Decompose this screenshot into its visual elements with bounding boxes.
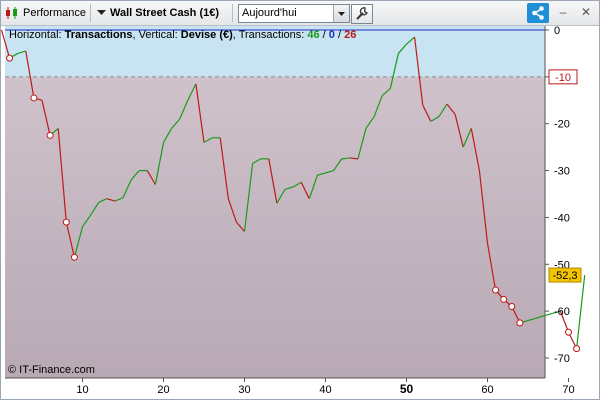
performance-label: Performance — [23, 7, 86, 19]
performance-button[interactable]: Performance — [5, 4, 86, 22]
wrench-icon — [356, 7, 368, 20]
toolbar-separator — [232, 4, 233, 22]
close-button[interactable]: ✕ — [579, 5, 593, 19]
period-select[interactable]: Aujourd'hui — [238, 4, 350, 23]
header-slash: / — [335, 29, 344, 41]
loss-marker — [30, 94, 38, 102]
chevron-down-icon — [338, 12, 345, 16]
y-tick-label: -60 — [554, 306, 570, 318]
performance-window: Performance Wall Street Cash (1€) Aujour… — [0, 0, 600, 400]
settings-button[interactable] — [351, 4, 373, 24]
loss-marker — [573, 345, 581, 353]
x-tick-label: 10 — [76, 384, 88, 396]
loss-marker — [62, 218, 70, 226]
loss-marker — [492, 286, 500, 294]
y-tick-label: -20 — [554, 119, 570, 131]
negative-zone — [5, 76, 545, 378]
share-icon — [532, 6, 544, 20]
last-value-badge: -52,3 — [548, 267, 582, 283]
y-tick-label: 0 — [554, 26, 560, 37]
header-vertical-prefix: , Vertical: — [133, 29, 181, 41]
loss-marker — [508, 302, 516, 310]
minimize-button[interactable]: – — [556, 5, 570, 19]
instrument-selector[interactable]: Wall Street Cash (1€) — [97, 4, 219, 22]
x-tick-label: 30 — [238, 384, 250, 396]
loss-marker — [70, 253, 78, 261]
x-tick-label: 60 — [481, 384, 493, 396]
x-tick-label: 50 — [400, 382, 414, 396]
toolbar-separator — [90, 4, 91, 22]
header-vertical-value: Devise (€) — [181, 29, 233, 41]
share-button[interactable] — [527, 3, 549, 23]
last-value-label: -52,3 — [552, 270, 577, 282]
loss-marker — [46, 131, 54, 139]
losing-count: 26 — [344, 29, 356, 41]
period-value: Aujourd'hui — [242, 7, 297, 19]
loss-marker — [500, 295, 508, 303]
loss-marker — [565, 328, 572, 336]
y-tick-label: -70 — [554, 353, 570, 365]
header-slash: / — [320, 29, 329, 41]
loss-marker — [6, 54, 14, 62]
period-dropdown-button[interactable] — [333, 5, 349, 22]
performance-chart[interactable]: 0-10-20-30-40-50-60-70 1020304050607080 … — [1, 26, 599, 399]
copyright-label: © IT-Finance.com — [8, 364, 95, 376]
winning-count: 46 — [307, 29, 319, 41]
header-horizontal-value: Transactions — [65, 29, 133, 41]
instrument-label: Wall Street Cash (1€) — [110, 7, 220, 19]
y-tick-label: -40 — [554, 212, 570, 224]
x-tick-label: 40 — [319, 384, 331, 396]
loss-marker — [516, 319, 524, 327]
x-tick-label: 20 — [157, 384, 169, 396]
y-tick-label: -30 — [554, 166, 570, 178]
y-tick-label: -10 — [555, 72, 571, 84]
header-transactions-prefix: , Transactions: — [233, 29, 308, 41]
toolbar: Performance Wall Street Cash (1€) Aujour… — [1, 1, 599, 26]
caret-down-icon — [97, 10, 106, 15]
chart-header: Horizontal: Transactions, Vertical: Devi… — [9, 29, 356, 41]
x-tick-label: 70 — [562, 384, 574, 396]
candlestick-icon — [6, 7, 17, 19]
header-horizontal-prefix: Horizontal: — [9, 29, 65, 41]
